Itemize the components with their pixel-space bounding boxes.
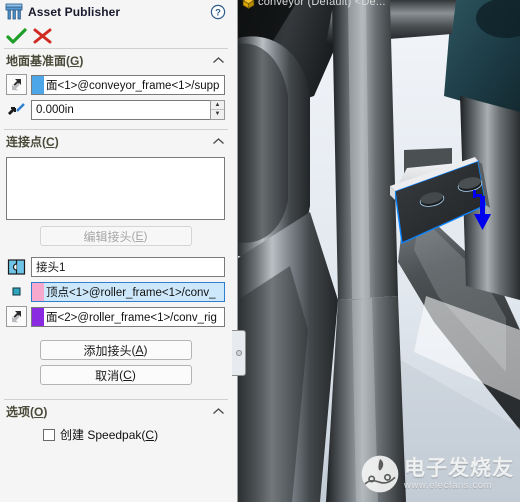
connector-entity-row: 顶点<1>@roller_frame<1>/conv_ (6, 281, 225, 302)
elecfans-logo-icon (361, 455, 399, 493)
assembly-icon (242, 0, 255, 9)
entity-color-swatch (32, 307, 44, 326)
section-title-connection-points: 连接点(C) (6, 135, 59, 149)
model-3d-render (238, 0, 520, 502)
section-title-ground-plane: 地面基准面(G) (6, 54, 84, 68)
entity-color-swatch (32, 282, 44, 301)
create-speedpak-row: 创建 Speedpak(C) (0, 423, 232, 443)
connector-entity-value: 顶点<1>@roller_frame<1>/conv_ (44, 283, 216, 300)
offset-distance-icon (6, 99, 27, 120)
connector-name-field[interactable]: 接头1 (31, 256, 225, 277)
connector-entity-field[interactable]: 面<2>@roller_frame<1>/conv_rig (31, 306, 225, 327)
create-speedpak-checkbox[interactable] (43, 428, 55, 441)
app-window: conveyor (Default) <De... 电子发烧友 www.elec… (0, 0, 520, 502)
watermark: 电子发烧友 www.elecfans.com (360, 454, 514, 494)
panel-title: Asset Publisher (28, 5, 121, 19)
connection-points-listbox[interactable] (6, 157, 225, 220)
vertex-point-icon[interactable] (6, 281, 27, 302)
watermark-text: 电子发烧友 (404, 456, 514, 480)
create-speedpak-label: 创建 Speedpak(C) (60, 428, 159, 442)
feature-tree-label: conveyor (Default) <De... (258, 0, 386, 8)
watermark-url: www.elecfans.com (404, 479, 493, 491)
chevron-up-icon[interactable] (212, 407, 225, 416)
panel-resize-handle[interactable] (232, 330, 246, 376)
connector-entity-field[interactable]: 顶点<1>@roller_frame<1>/conv_ (31, 281, 225, 302)
ground-plane-face-row: 面<1>@conveyor_frame<1>/supp (6, 74, 225, 95)
face-select-icon[interactable] (6, 306, 27, 327)
ground-plane-face-value: 面<1>@conveyor_frame<1>/supp (46, 79, 220, 92)
cancel-button[interactable] (30, 26, 56, 46)
property-manager-titlebar: Asset Publisher ? (0, 0, 232, 24)
asset-publisher-icon (5, 3, 23, 20)
confirm-bar (0, 24, 232, 47)
connector-name-value: 接头1 (36, 261, 66, 274)
spinner-down[interactable]: ▼ (211, 110, 224, 119)
spinner-up[interactable]: ▲ (211, 101, 224, 110)
resize-handle-dot (235, 350, 242, 356)
entity-color-swatch (32, 75, 44, 94)
section-body-connection-points: 编辑接头(E) 接头1 顶点<1>@roller_frame<1>/conv_ … (0, 153, 232, 394)
ground-plane-face-field[interactable]: 面<1>@conveyor_frame<1>/supp (31, 74, 225, 95)
add-connector-button[interactable]: 添加接头(A) (39, 340, 192, 360)
ground-plane-offset-stepper[interactable]: 0.000in ▲ ▼ (31, 99, 225, 120)
graphics-viewport[interactable]: conveyor (Default) <De... 电子发烧友 www.elec… (238, 0, 520, 502)
face-select-icon[interactable] (6, 74, 27, 95)
ground-plane-offset-value[interactable]: 0.000in (31, 99, 210, 120)
section-body-ground-plane: 面<1>@conveyor_frame<1>/supp 0.000in ▲ ▼ (0, 72, 232, 128)
svg-text:?: ? (215, 8, 221, 19)
ground-plane-offset-row: 0.000in ▲ ▼ (6, 99, 225, 120)
section-header-connection-points[interactable]: 连接点(C) (0, 130, 232, 153)
spinner[interactable]: ▲ ▼ (210, 99, 225, 120)
chevron-up-icon[interactable] (212, 56, 225, 65)
cancel-connector-button[interactable]: 取消(C) (39, 365, 192, 385)
connector-puzzle-icon (6, 256, 27, 277)
edit-connector-button[interactable]: 编辑接头(E) (39, 226, 192, 246)
connector-entity-row: 面<2>@roller_frame<1>/conv_rig (6, 306, 225, 327)
help-icon[interactable]: ? (210, 4, 226, 20)
section-header-ground-plane[interactable]: 地面基准面(G) (0, 49, 232, 72)
accept-button[interactable] (4, 26, 30, 46)
section-header-options[interactable]: 选项(O) (0, 400, 232, 423)
chevron-up-icon[interactable] (212, 137, 225, 146)
connector-entity-value: 面<2>@roller_frame<1>/conv_rig (46, 311, 217, 324)
connector-name-row: 接头1 (6, 256, 225, 277)
property-manager-panel: Asset Publisher ? 地面基准面(G) 面<1>@conveyor… (0, 0, 238, 502)
section-title-options: 选项(O) (6, 405, 48, 419)
